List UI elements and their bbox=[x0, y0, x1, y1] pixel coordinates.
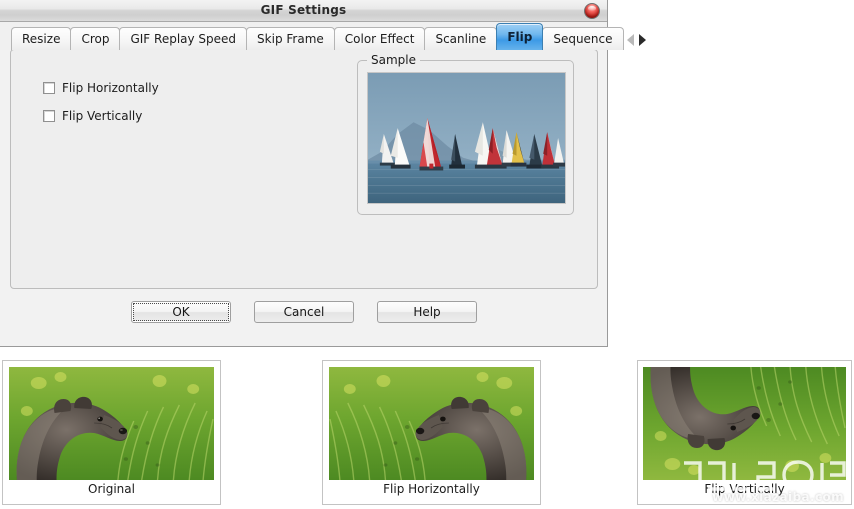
sample-preview-image bbox=[367, 72, 566, 204]
tab-sequence[interactable]: Sequence bbox=[542, 27, 624, 50]
checkbox-box-icon[interactable] bbox=[43, 110, 55, 122]
tab-scroll-controls bbox=[626, 34, 646, 46]
close-icon[interactable] bbox=[584, 3, 600, 19]
dialog-titlebar: GIF Settings bbox=[0, 0, 607, 22]
thumbnail-original: Original bbox=[2, 360, 221, 505]
cancel-button[interactable]: Cancel bbox=[254, 301, 354, 323]
thumbnail-caption: Flip Horizontally bbox=[383, 482, 480, 496]
marmot-original-image bbox=[9, 367, 214, 480]
thumbnail-caption: Flip Vertically bbox=[704, 482, 785, 496]
sample-groupbox-title: Sample bbox=[367, 53, 420, 67]
checkbox-flip-vertically[interactable]: Flip Vertically bbox=[43, 109, 142, 123]
tab-scanline[interactable]: Scanline bbox=[424, 27, 498, 50]
marmot-illustration bbox=[9, 367, 214, 480]
thumbnail-row: Original Flip Horizontally Flip Vertical… bbox=[0, 360, 854, 507]
tab-gif-replay-speed[interactable]: GIF Replay Speed bbox=[119, 27, 248, 50]
tab-resize[interactable]: Resize bbox=[11, 27, 72, 50]
thumbnail-caption: Original bbox=[88, 482, 135, 496]
help-button[interactable]: Help bbox=[377, 301, 477, 323]
checkbox-box-icon[interactable] bbox=[43, 82, 55, 94]
sailboat-regatta-illustration bbox=[368, 73, 565, 203]
dialog-title: GIF Settings bbox=[260, 3, 347, 17]
checkbox-label: Flip Horizontally bbox=[62, 81, 159, 95]
thumbnail-flip-horizontally: Flip Horizontally bbox=[322, 360, 541, 505]
tab-strip: Resize Crop GIF Replay Speed Skip Frame … bbox=[0, 22, 646, 50]
sample-groupbox: Sample bbox=[357, 53, 574, 215]
marmot-illustration bbox=[643, 367, 846, 480]
marmot-flipped-vertical-image bbox=[643, 367, 846, 480]
tab-crop[interactable]: Crop bbox=[70, 27, 121, 50]
scroll-right-arrow-icon[interactable] bbox=[638, 34, 646, 46]
ok-button[interactable]: OK bbox=[131, 301, 231, 323]
tab-skip-frame[interactable]: Skip Frame bbox=[246, 27, 335, 50]
checkbox-flip-horizontally[interactable]: Flip Horizontally bbox=[43, 81, 159, 95]
tab-color-effect[interactable]: Color Effect bbox=[333, 27, 426, 50]
flip-tab-panel: Flip Horizontally Flip Vertically Sample bbox=[10, 49, 598, 289]
tab-flip[interactable]: Flip bbox=[496, 23, 544, 50]
dialog-buttons: OK Cancel Help bbox=[0, 301, 608, 323]
marmot-illustration bbox=[329, 367, 534, 480]
thumbnail-flip-vertically: Flip Vertically bbox=[637, 360, 852, 505]
checkbox-label: Flip Vertically bbox=[62, 109, 143, 123]
gif-settings-dialog: GIF Settings Resize Crop GIF Replay Spee… bbox=[0, 0, 646, 347]
scroll-left-arrow-icon[interactable] bbox=[626, 34, 634, 46]
marmot-flipped-horizontal-image bbox=[329, 367, 534, 480]
